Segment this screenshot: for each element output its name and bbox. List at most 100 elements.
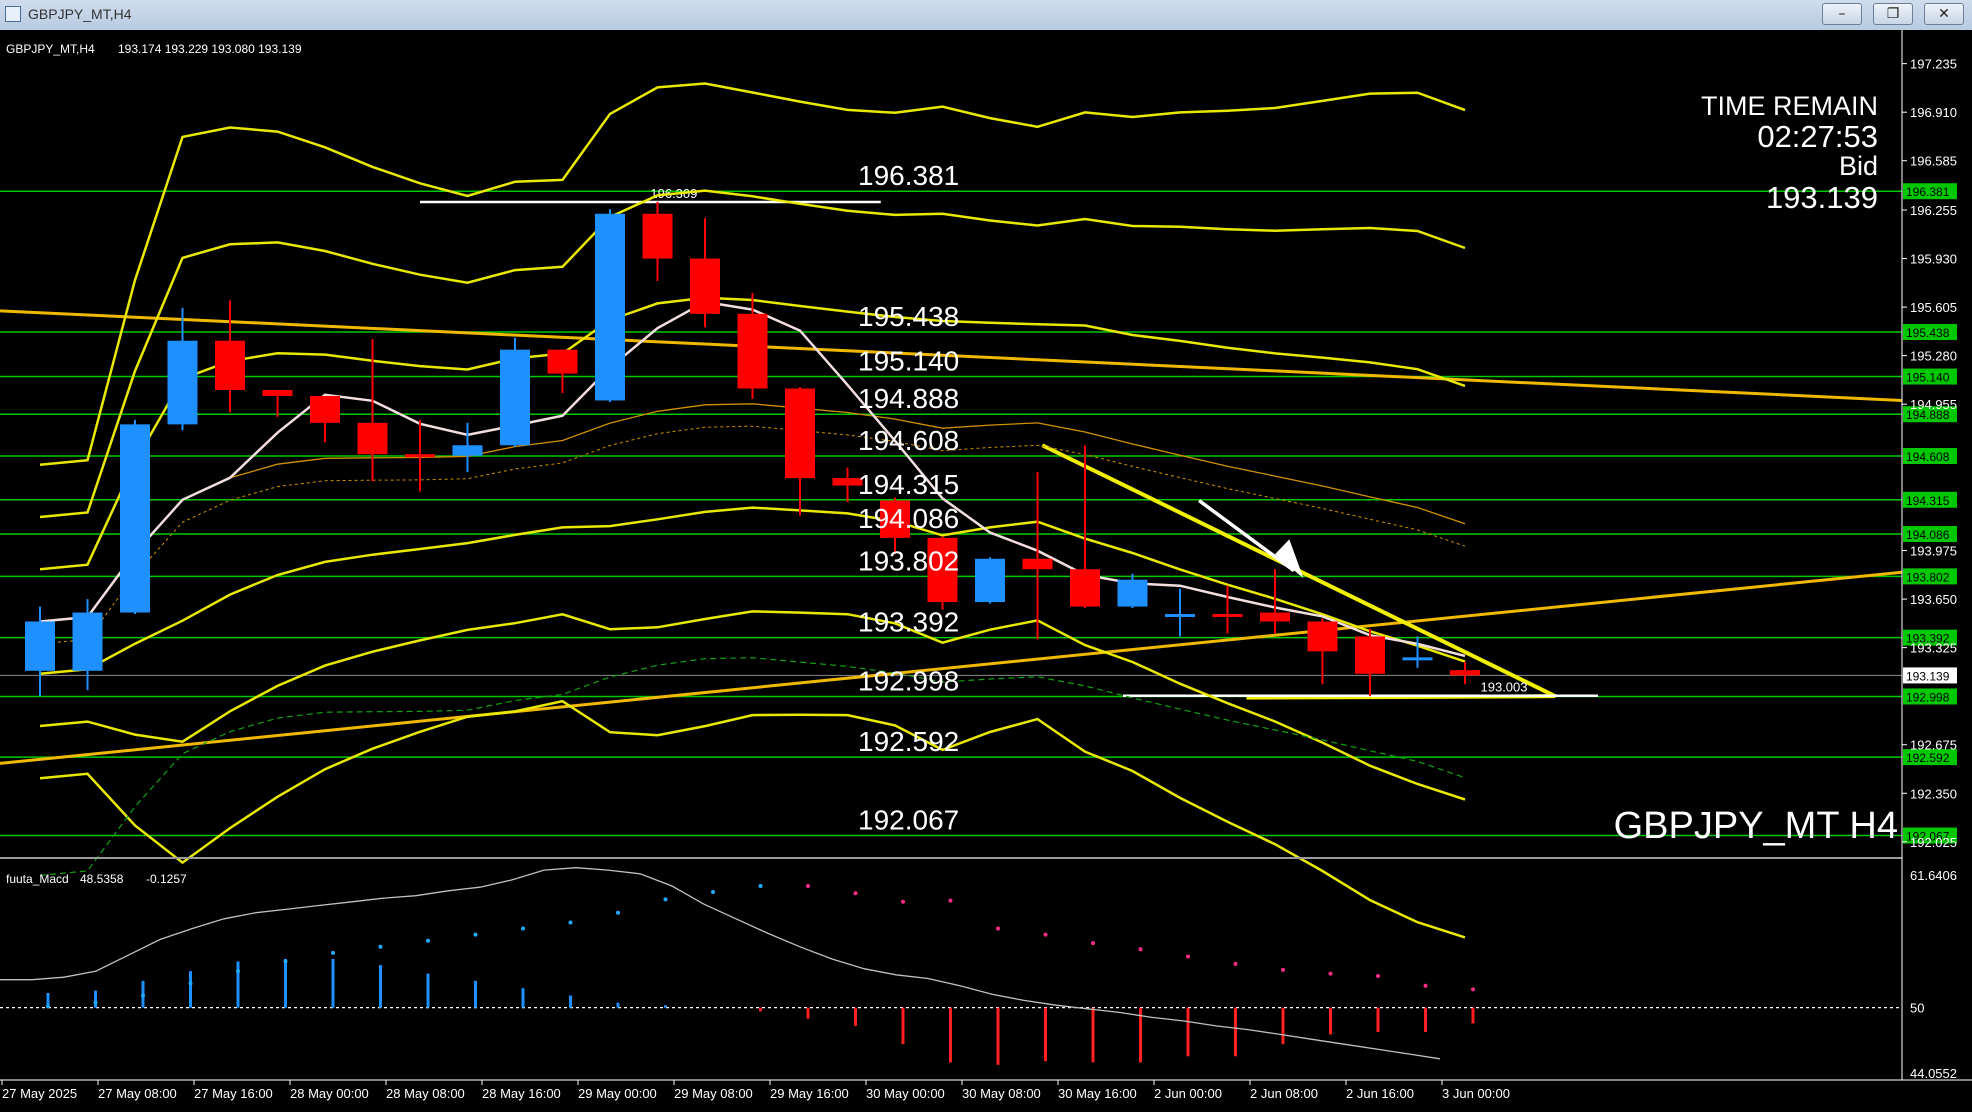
level-price-tag-text: 192.998 [1906,690,1950,704]
level-price-tag-text: 193.802 [1906,570,1950,584]
macd-signal-dot [1376,974,1380,979]
level-label: 193.392 [858,607,959,638]
price-tick-label: 193.975 [1910,544,1957,559]
price-tick-label: 195.930 [1910,252,1957,267]
macd-axis-label: 50 [1910,1001,1924,1016]
price-tick-label: 192.675 [1910,738,1957,753]
chart-ohlc: 193.174 193.229 193.080 193.139 [118,42,302,56]
time-tick-label: 28 May 16:00 [482,1086,561,1101]
macd-signal-dot [1091,941,1095,946]
time-tick-label: 2 Jun 16:00 [1346,1086,1414,1101]
macd-signal-dot [46,1004,50,1009]
macd-signal-dot [1138,947,1143,952]
macd-signal-dot [1043,932,1048,937]
macd-signal-dot [616,910,620,915]
minimize-button[interactable]: – [1822,3,1862,25]
level-price-tag-text: 194.086 [1906,528,1950,542]
time-tick-label: 30 May 16:00 [1058,1086,1137,1101]
macd-signal-dot [1328,971,1333,976]
time-tick-label: 28 May 00:00 [290,1086,369,1101]
candle-body [215,340,245,390]
level-label: 194.086 [858,503,959,534]
price-tick-label: 194.955 [1910,397,1957,412]
price-tick-label: 197.235 [1910,57,1957,72]
macd-signal-dot [1471,987,1475,992]
price-tick-label: 196.255 [1910,203,1957,218]
time-tick-label: 3 Jun 00:00 [1442,1086,1510,1101]
level-price-tag-text: 195.438 [1906,326,1950,340]
time-tick-label: 30 May 00:00 [866,1086,945,1101]
candle-body [500,349,530,446]
macd-signal-dot [996,926,1000,931]
macd-signal-dot [283,959,288,964]
price-tick-label: 192.025 [1910,835,1957,850]
time-tick-label: 29 May 08:00 [674,1086,753,1101]
candle-body [25,621,55,671]
macd-signal-dot [853,891,858,896]
time-tick-label: 30 May 08:00 [962,1086,1041,1101]
close-button[interactable]: ✕ [1924,3,1964,25]
macd-signal-dot [948,898,953,903]
candle-body [310,395,340,423]
level-label: 195.438 [858,301,959,332]
time-tick-label: 27 May 2025 [2,1086,77,1101]
window-titlebar: GBPJPY_MT,H4 – ❐ ✕ [0,0,1972,31]
level-label: 194.315 [858,469,959,500]
macd-axis-label: 61.6406 [1910,868,1957,883]
macd-signal-dot [93,1000,98,1005]
time-tick-label: 29 May 16:00 [770,1086,849,1101]
macd-signal-dot [473,932,478,937]
time-remain-label: TIME REMAIN [1701,91,1878,121]
price-tick-label: 193.650 [1910,592,1957,607]
macd-signal-dot [663,897,668,902]
candle-body [405,454,435,458]
time-tick-label: 27 May 16:00 [194,1086,273,1101]
chart-watermark: GBPJPY_MT H4 [1614,805,1898,847]
restore-button[interactable]: ❐ [1873,3,1913,25]
level-label: 192.592 [858,726,959,757]
macd-signal-dot [426,938,430,943]
candle-body [642,213,673,259]
level-label: 192.067 [858,805,959,836]
candle-body [1450,670,1480,676]
candle-body [690,258,720,314]
macd-signal-dot [711,890,715,895]
time-remain-value: 02:27:53 [1757,119,1878,154]
bid-price-tag-text: 193.139 [1906,669,1950,683]
candle-body [72,612,103,671]
macd-value: 48.5358 [80,872,124,886]
level-label: 192.998 [858,665,959,696]
macd-signal-dot [1186,954,1190,959]
candle-body [1307,621,1338,652]
candle-body [262,389,293,396]
macd-signal-dot [1423,983,1428,988]
macd-signal-dot [806,883,810,888]
macd-signal-dot [521,926,525,931]
time-tick-label: 29 May 00:00 [578,1086,657,1101]
candle-body [1117,579,1148,607]
macd-second-value: -0.1257 [146,872,187,886]
candle-body [452,445,483,456]
price-tick-label: 195.280 [1910,349,1957,364]
candle-body [785,388,815,479]
bid-label: Bid [1839,151,1878,181]
price-chart[interactable]: 196.309193.003 196.381195.438195.140194.… [0,30,1972,1112]
candle-body [1402,657,1433,661]
candle-body [1070,569,1100,607]
time-tick-label: 28 May 08:00 [386,1086,465,1101]
price-tick-label: 193.325 [1910,641,1957,656]
candle-body [975,558,1005,603]
macd-signal-dot [758,883,763,888]
candle-body [1355,636,1385,674]
candle-body [1260,612,1290,622]
level-price-tag-text: 196.381 [1906,185,1950,199]
macd-signal-dot [378,944,383,949]
macd-name: fuuta_Macd [6,872,69,886]
macd-signal-dot [1233,961,1238,966]
annotation-label: 193.003 [1481,680,1528,695]
level-label: 193.802 [858,545,959,576]
price-tick-label: 196.910 [1910,105,1957,120]
macd-signal-dot [568,920,573,925]
time-tick-label: 27 May 08:00 [98,1086,177,1101]
price-tick-label: 196.585 [1910,154,1957,169]
